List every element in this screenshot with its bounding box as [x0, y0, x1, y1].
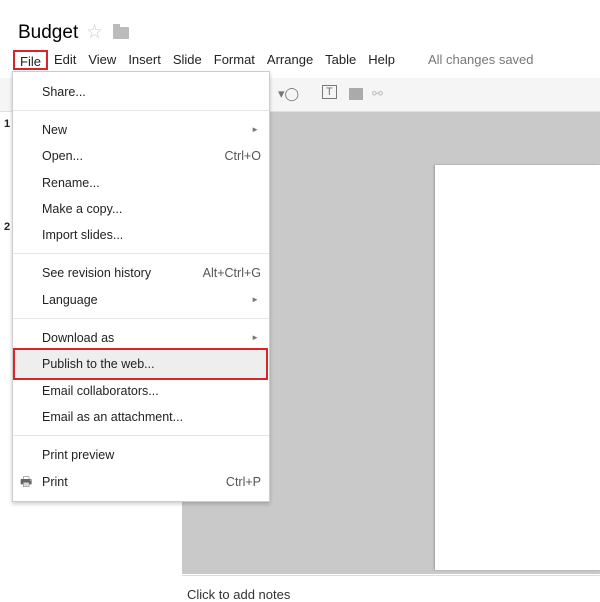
menu-item-revision-history[interactable]: See revision history Alt+Ctrl+G — [13, 261, 269, 285]
submenu-arrow-icon: ► — [251, 125, 259, 134]
menu-arrange[interactable]: Arrange — [261, 50, 319, 70]
menu-item-rename[interactable]: Rename... — [13, 171, 269, 195]
slide-number: 2 — [4, 221, 11, 233]
menu-insert[interactable]: Insert — [122, 50, 167, 70]
menu-table[interactable]: Table — [319, 50, 362, 70]
menu-item-share[interactable]: Share... — [13, 80, 269, 104]
divider — [13, 253, 269, 254]
slide[interactable] — [435, 165, 600, 570]
menu-item-new[interactable]: New ► — [13, 118, 269, 142]
menu-item-publish-to-web[interactable]: Publish to the web... — [13, 348, 268, 380]
document-title[interactable]: Budget — [18, 22, 78, 44]
menu-item-print[interactable]: 🖶 Print Ctrl+P — [13, 470, 269, 494]
label: Email collaborators... — [42, 384, 159, 398]
menu-edit[interactable]: Edit — [48, 50, 82, 70]
menu-item-import-slides[interactable]: Import slides... — [13, 223, 269, 247]
divider — [13, 435, 269, 436]
divider — [13, 318, 269, 319]
menu-item-download-as[interactable]: Download as ► — [13, 326, 269, 350]
menu-item-language[interactable]: Language ► — [13, 288, 269, 312]
menu-view[interactable]: View — [82, 50, 122, 70]
shortcut: Ctrl+O — [224, 149, 261, 163]
menu-format[interactable]: Format — [208, 50, 261, 70]
star-icon[interactable]: ☆ — [86, 21, 103, 44]
link-icon[interactable]: ⚯ — [372, 86, 383, 102]
label: See revision history — [42, 266, 152, 280]
save-status: All changes saved — [428, 52, 534, 67]
menu-item-email-attachment[interactable]: Email as an attachment... — [13, 405, 269, 429]
label: Publish to the web... — [42, 357, 155, 371]
label: Make a copy... — [42, 202, 123, 216]
folder-icon[interactable] — [113, 24, 129, 39]
textbox-icon[interactable]: T — [322, 85, 337, 99]
speaker-notes[interactable]: Click to add notes — [182, 575, 600, 602]
menu-item-open[interactable]: Open... Ctrl+O — [13, 144, 269, 168]
file-menu: Share... New ► Open... Ctrl+O Rename... Ma… — [12, 71, 270, 502]
image-icon[interactable] — [349, 88, 363, 100]
label: Language — [42, 293, 98, 307]
menu-item-email-collaborators[interactable]: Email collaborators... — [13, 379, 269, 403]
label: New — [42, 123, 68, 137]
label: Share... — [42, 85, 86, 99]
divider — [13, 110, 269, 111]
shape-icon[interactable]: ▾◯ — [278, 86, 299, 102]
submenu-arrow-icon: ► — [251, 333, 259, 342]
label: Open... — [42, 149, 83, 163]
printer-icon: 🖶 — [20, 474, 33, 489]
slide-number: 1 — [4, 118, 11, 130]
menu-help[interactable]: Help — [362, 50, 401, 70]
label: Print preview — [42, 448, 115, 462]
menu-item-print-preview[interactable]: Print preview — [13, 443, 269, 467]
label: Import slides... — [42, 228, 124, 242]
label: Rename... — [42, 176, 100, 190]
label: Download as — [42, 331, 115, 345]
menu-item-make-copy[interactable]: Make a copy... — [13, 197, 269, 221]
menubar: File Edit View Insert Slide Format Arran… — [0, 50, 401, 70]
menu-slide[interactable]: Slide — [167, 50, 208, 70]
shortcut: Alt+Ctrl+G — [202, 266, 261, 280]
label: Email as an attachment... — [42, 410, 184, 424]
shortcut: Ctrl+P — [225, 475, 261, 489]
menu-file[interactable]: File — [13, 50, 48, 70]
label: Print — [42, 475, 68, 489]
submenu-arrow-icon: ► — [251, 295, 259, 304]
